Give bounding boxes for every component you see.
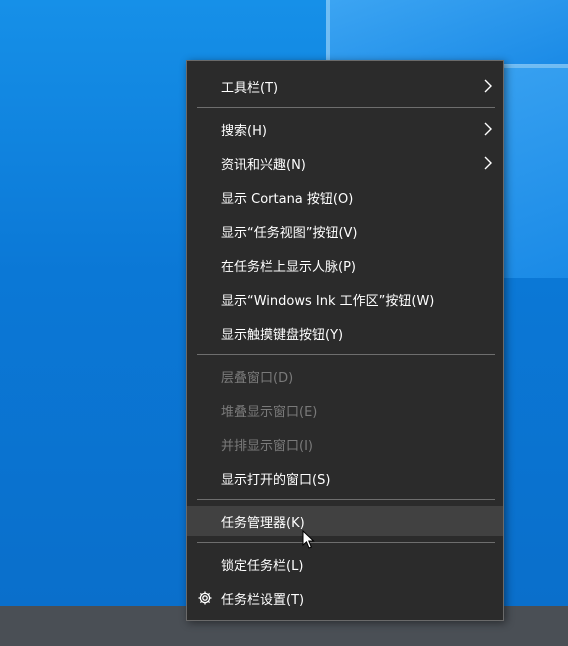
menu-item-label: 显示触摸键盘按钮(Y) [221, 327, 344, 343]
menu-item-label: 显示“任务视图”按钮(V) [221, 225, 358, 241]
menu-item-side-by-side-windows: 并排显示窗口(I) [187, 429, 503, 459]
menu-item-toolbars[interactable]: 工具栏(T) [187, 71, 503, 101]
menu-separator [197, 354, 495, 355]
menu-item-show-windows-ink-button[interactable]: 显示“Windows Ink 工作区”按钮(W) [187, 284, 503, 314]
menu-item-label: 工具栏(T) [221, 80, 279, 96]
mouse-pointer-icon [302, 530, 315, 549]
menu-item-label: 在任务栏上显示人脉(P) [221, 259, 356, 275]
menu-item-label: 层叠窗口(D) [221, 370, 294, 386]
menu-item-lock-taskbar[interactable]: 锁定任务栏(L) [187, 549, 503, 579]
menu-item-label: 任务栏设置(T) [221, 592, 305, 608]
menu-item-label: 资讯和兴趣(N) [221, 157, 306, 173]
menu-item-news-and-interests[interactable]: 资讯和兴趣(N) [187, 148, 503, 178]
menu-item-label: 搜索(H) [221, 123, 267, 139]
menu-item-label: 显示 Cortana 按钮(O) [221, 191, 354, 207]
menu-item-search[interactable]: 搜索(H) [187, 114, 503, 144]
menu-item-label: 显示“Windows Ink 工作区”按钮(W) [221, 293, 435, 309]
menu-item-show-desktop[interactable]: 显示打开的窗口(S) [187, 463, 503, 493]
taskbar-context-menu: 工具栏(T) 搜索(H) 资讯和兴趣(N) 显示 Cortana 按钮(O) 显… [186, 60, 504, 621]
menu-item-cascade-windows: 层叠窗口(D) [187, 361, 503, 391]
menu-item-show-touch-keyboard-button[interactable]: 显示触摸键盘按钮(Y) [187, 318, 503, 348]
wallpaper-window-pane [330, 0, 568, 65]
menu-separator [197, 542, 495, 543]
menu-item-show-task-view-button[interactable]: 显示“任务视图”按钮(V) [187, 216, 503, 246]
chevron-right-icon [484, 156, 492, 170]
gear-icon [198, 591, 212, 605]
menu-item-stack-windows: 堆叠显示窗口(E) [187, 395, 503, 425]
menu-separator [197, 107, 495, 108]
menu-item-label: 堆叠显示窗口(E) [221, 404, 318, 420]
menu-item-label: 锁定任务栏(L) [221, 558, 304, 574]
menu-item-label: 显示打开的窗口(S) [221, 472, 331, 488]
menu-item-label: 任务管理器(K) [221, 515, 305, 531]
chevron-right-icon [484, 122, 492, 136]
menu-item-task-manager[interactable]: 任务管理器(K) [187, 506, 503, 536]
chevron-right-icon [484, 79, 492, 93]
menu-item-show-people[interactable]: 在任务栏上显示人脉(P) [187, 250, 503, 280]
menu-item-taskbar-settings[interactable]: 任务栏设置(T) [187, 583, 503, 613]
menu-separator [197, 499, 495, 500]
menu-item-show-cortana-button[interactable]: 显示 Cortana 按钮(O) [187, 182, 503, 212]
menu-item-label: 并排显示窗口(I) [221, 438, 313, 454]
